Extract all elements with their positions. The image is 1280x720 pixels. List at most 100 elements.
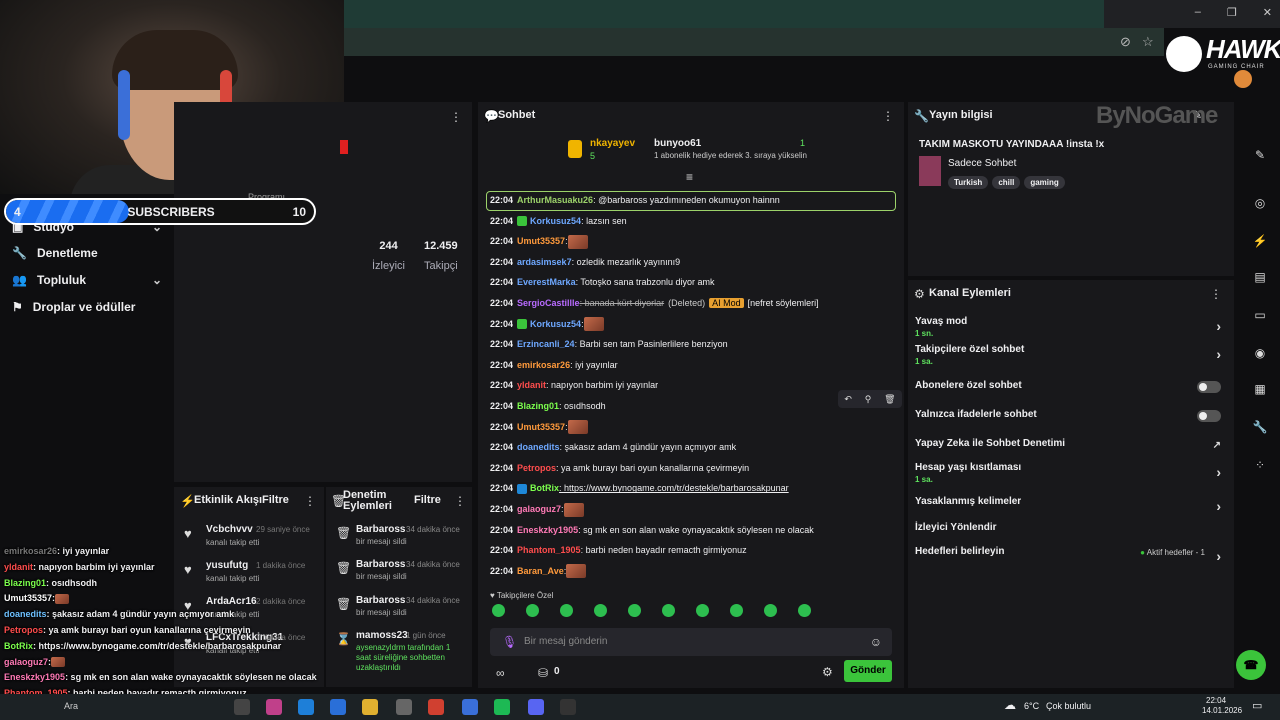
more-icon[interactable]: ⋮ (882, 109, 894, 123)
wrench-icon[interactable]: 🔧 (1252, 420, 1268, 436)
reply-icon[interactable]: ↶ (844, 394, 852, 405)
emote-icon[interactable] (526, 604, 539, 617)
folder-icon[interactable] (362, 699, 378, 715)
support-button[interactable]: ☎ (1236, 650, 1266, 680)
chat-input[interactable]: 🎙 Bir mesaj gönderin ☺ (490, 628, 892, 656)
chat-message[interactable]: 22:04 Umut35357: (490, 233, 588, 249)
obs-icon[interactable] (560, 699, 576, 715)
chat-message[interactable]: 22:04 EverestMarka: Totoşko sana trabzonl… (490, 274, 715, 290)
app-icon[interactable] (462, 699, 478, 715)
more-icon[interactable]: ⋮ (304, 494, 316, 508)
nav-moderation[interactable]: 🔧 Denetleme (12, 246, 162, 260)
mod-reason: [nefret söylemleri] (747, 298, 819, 308)
toggle-switch[interactable] (1197, 410, 1221, 422)
chat-message[interactable]: 22:04 ardasimsek7: ozledik mezarlık yayın… (490, 254, 680, 270)
stream-category[interactable]: Sadece Sohbet (948, 158, 1016, 169)
chat-message[interactable]: 22:04 Petropos: ya amk burayı bari oyun k… (490, 460, 749, 476)
layout-icon[interactable]: ▦ (1252, 382, 1268, 398)
emote-icon[interactable] (492, 604, 505, 617)
nav-community[interactable]: 👥 Topluluk ⌄ (12, 273, 162, 287)
spotify-icon[interactable] (494, 699, 510, 715)
channel-action-row[interactable]: Takipçilere özel sohbet 1 sa. › (915, 344, 1227, 366)
chrome-icon[interactable] (428, 699, 444, 715)
emote-icon[interactable] (594, 604, 607, 617)
emote-icon[interactable] (798, 604, 811, 617)
moderation-filter-button[interactable]: Filtre (414, 494, 441, 506)
chat-message[interactable]: 22:04 yldanit: napıyon barbim iyi yayınla… (490, 377, 658, 393)
trash-icon[interactable]: 🗑 (884, 394, 895, 405)
chat-message[interactable]: 22:04 doanedits: şakasız adam 4 gündür ya… (490, 439, 736, 455)
tag[interactable]: chill (992, 176, 1021, 189)
overlay-chat-text: : sg mk en son alan wake oynayacaktık sö… (65, 672, 317, 683)
avatar[interactable] (1234, 70, 1252, 88)
minimize-icon[interactable]: – (1195, 6, 1201, 19)
chat-message[interactable]: 22:04 Korkusuz54: (490, 316, 604, 332)
taskview-icon[interactable] (234, 699, 250, 715)
channel-action-row[interactable]: Hesap yaşı kısıtlaması 1 sa. › (915, 462, 1227, 484)
follower-count: 12.459 Takipçi (424, 240, 458, 272)
points-icon[interactable]: ∞ (496, 666, 505, 680)
taskbar-search[interactable]: Ara (64, 701, 78, 711)
channel-action-row[interactable]: İzleyici Yönlendir (915, 522, 1227, 533)
chat-message[interactable]: 22:04 Phantom_1905: barbi neden bayadır r… (490, 542, 747, 558)
nav-drops[interactable]: ⚑ Droplar ve ödüller (12, 300, 162, 314)
pin-icon[interactable]: ⚲ (865, 394, 872, 405)
channel-action-row[interactable]: Abonelere özel sohbet (915, 380, 1227, 393)
copilot-icon[interactable] (266, 699, 282, 715)
emote-icon[interactable] (628, 604, 641, 617)
edit-icon[interactable]: ✎ (1252, 148, 1268, 164)
channel-action-row[interactable]: Yapay Zeka ile Sohbet Denetimi ↗ (915, 438, 1227, 451)
more-icon[interactable]: ⋮ (450, 110, 462, 124)
notification-icon[interactable]: ▭ (1252, 699, 1262, 712)
chat-icon[interactable]: ▭ (1252, 308, 1268, 324)
community-icon: 👥 (12, 273, 27, 287)
browser-tab-strip[interactable] (344, 0, 1104, 28)
broadcast-icon[interactable]: ◉ (1252, 346, 1268, 362)
chat-message[interactable]: 22:04 SergioCastillle: banada kürt diyorl… (490, 295, 819, 311)
activity-filter-button[interactable]: Filtre (262, 494, 289, 506)
capture-icon[interactable]: ◎ (1252, 196, 1268, 212)
more-icon[interactable]: ⋮ (1210, 287, 1222, 301)
more-icon[interactable]: ⋮ (454, 494, 466, 508)
emoji-icon[interactable]: ☺ (870, 635, 882, 649)
chat-message[interactable]: 22:04 galaoguz7: (490, 501, 584, 517)
store-icon[interactable] (330, 699, 346, 715)
chat-message[interactable]: 22:04 Baran_Ave: (490, 563, 587, 579)
apps-icon[interactable]: ⁘ (1252, 458, 1268, 474)
chat-message[interactable]: 22:04 emirkosar26: iyi yayınlar (490, 357, 618, 373)
chat-message[interactable]: 22:04 Korkusuz54: lazsın sen (490, 213, 627, 229)
maximize-icon[interactable]: ❐ (1227, 6, 1237, 19)
collapse-icon[interactable]: ≡ (686, 170, 693, 184)
mic-icon[interactable]: 🎙 (502, 635, 517, 649)
tag[interactable]: gaming (1024, 176, 1065, 189)
edge-icon[interactable] (298, 699, 314, 715)
gift-icon[interactable]: ⛁ (538, 666, 548, 680)
address-bar[interactable] (344, 28, 1164, 56)
xbox-icon[interactable] (396, 699, 412, 715)
chat-message[interactable]: 22:04 Eneskzky1905: sg mk en son alan wak… (490, 522, 814, 538)
chat-message[interactable]: 22:04 Blazing01: osıdhsodh (490, 398, 606, 414)
chat-message[interactable]: 22:04 BotRix: https://www.bynogame.com/tr… (490, 480, 789, 496)
close-icon[interactable]: ✕ (1263, 6, 1272, 19)
bolt-icon[interactable]: ⚡ (1252, 234, 1268, 250)
channel-action-row[interactable]: Yalnızca ifadelerle sohbet (915, 409, 1227, 422)
emote-icon[interactable] (764, 604, 777, 617)
channel-action-row[interactable]: Yavaş mod 1 sn. › (915, 316, 1227, 338)
settings-icon[interactable]: ⚙ (822, 665, 833, 679)
discord-icon[interactable] (528, 699, 544, 715)
emote-icon[interactable] (696, 604, 709, 617)
eye-off-icon[interactable]: ⊘ (1120, 34, 1131, 50)
channel-action-row[interactable]: Hedefleri belirleyin ● Aktif hedefler - 1… (915, 546, 1227, 564)
clipboard-icon[interactable]: ▤ (1252, 270, 1268, 286)
emote-icon[interactable] (730, 604, 743, 617)
star-icon[interactable]: ☆ (1142, 34, 1154, 50)
tag[interactable]: Turkish (948, 176, 989, 189)
channel-action-row[interactable]: Yasaklanmış kelimeler › (915, 496, 1227, 514)
chat-message[interactable]: 22:04 Erzincanli_24: Barbi sen tam Pasinl… (490, 336, 728, 352)
emote-icon[interactable] (560, 604, 573, 617)
send-button[interactable]: Gönder (844, 660, 892, 682)
chat-message[interactable]: 22:04 ArthurMasuaku26: @barbaross yazdımı… (490, 192, 780, 208)
emote-icon[interactable] (662, 604, 675, 617)
chat-message[interactable]: 22:04 Umut35357: (490, 419, 588, 435)
toggle-switch[interactable] (1197, 381, 1221, 393)
